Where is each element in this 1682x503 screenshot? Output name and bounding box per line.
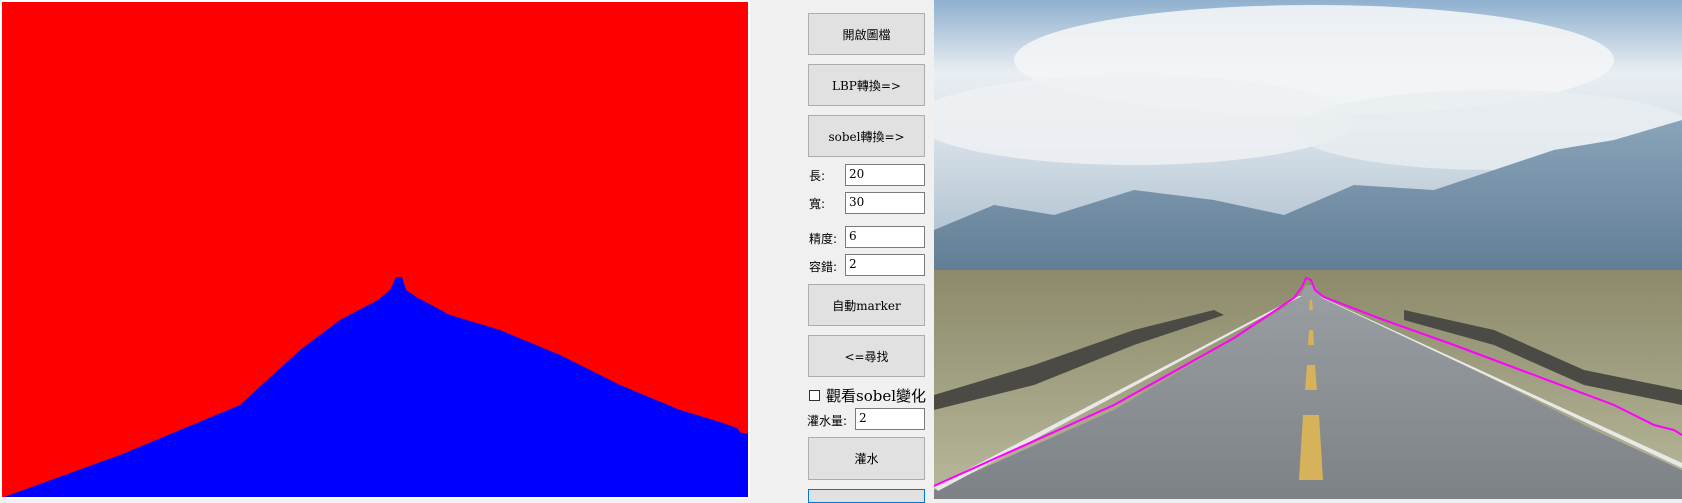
watch-sobel-checkbox[interactable]: 觀看sobel變化 — [809, 385, 926, 406]
open-image-button[interactable]: 開啟圖檔 — [808, 13, 925, 55]
length-label: 長: — [809, 169, 826, 183]
tolerance-input[interactable]: 2 — [845, 254, 925, 276]
sobel-transform-button[interactable]: sobel轉換=> — [808, 115, 925, 157]
precision-input[interactable]: 6 — [845, 226, 925, 248]
width-label: 寬: — [809, 197, 826, 211]
find-button[interactable]: <=尋找 — [808, 335, 925, 377]
tolerance-label: 容錯: — [809, 260, 838, 274]
checkbox-box[interactable] — [809, 390, 820, 401]
length-input[interactable]: 20 — [845, 164, 925, 186]
segmentation-image — [0, 0, 750, 499]
flood-amount-input[interactable]: 2 — [855, 408, 925, 430]
segmentation-view — [0, 0, 750, 499]
lbp-transform-button[interactable]: LBP轉換=> — [808, 64, 925, 106]
control-panel: 開啟圖檔 LBP轉換=> sobel轉換=> 長: 20 寬: 30 精度: 6… — [752, 0, 934, 503]
auto-marker-button[interactable]: 自動marker — [808, 284, 925, 326]
partial-button[interactable] — [808, 489, 925, 503]
flood-button[interactable]: 灌水 — [808, 437, 925, 480]
watch-sobel-label: 觀看sobel變化 — [826, 387, 927, 405]
precision-label: 精度: — [809, 232, 838, 246]
road-photo — [934, 0, 1682, 499]
flood-amount-label: 灌水量: — [807, 414, 848, 428]
photo-view — [934, 0, 1682, 499]
width-input[interactable]: 30 — [845, 192, 925, 214]
